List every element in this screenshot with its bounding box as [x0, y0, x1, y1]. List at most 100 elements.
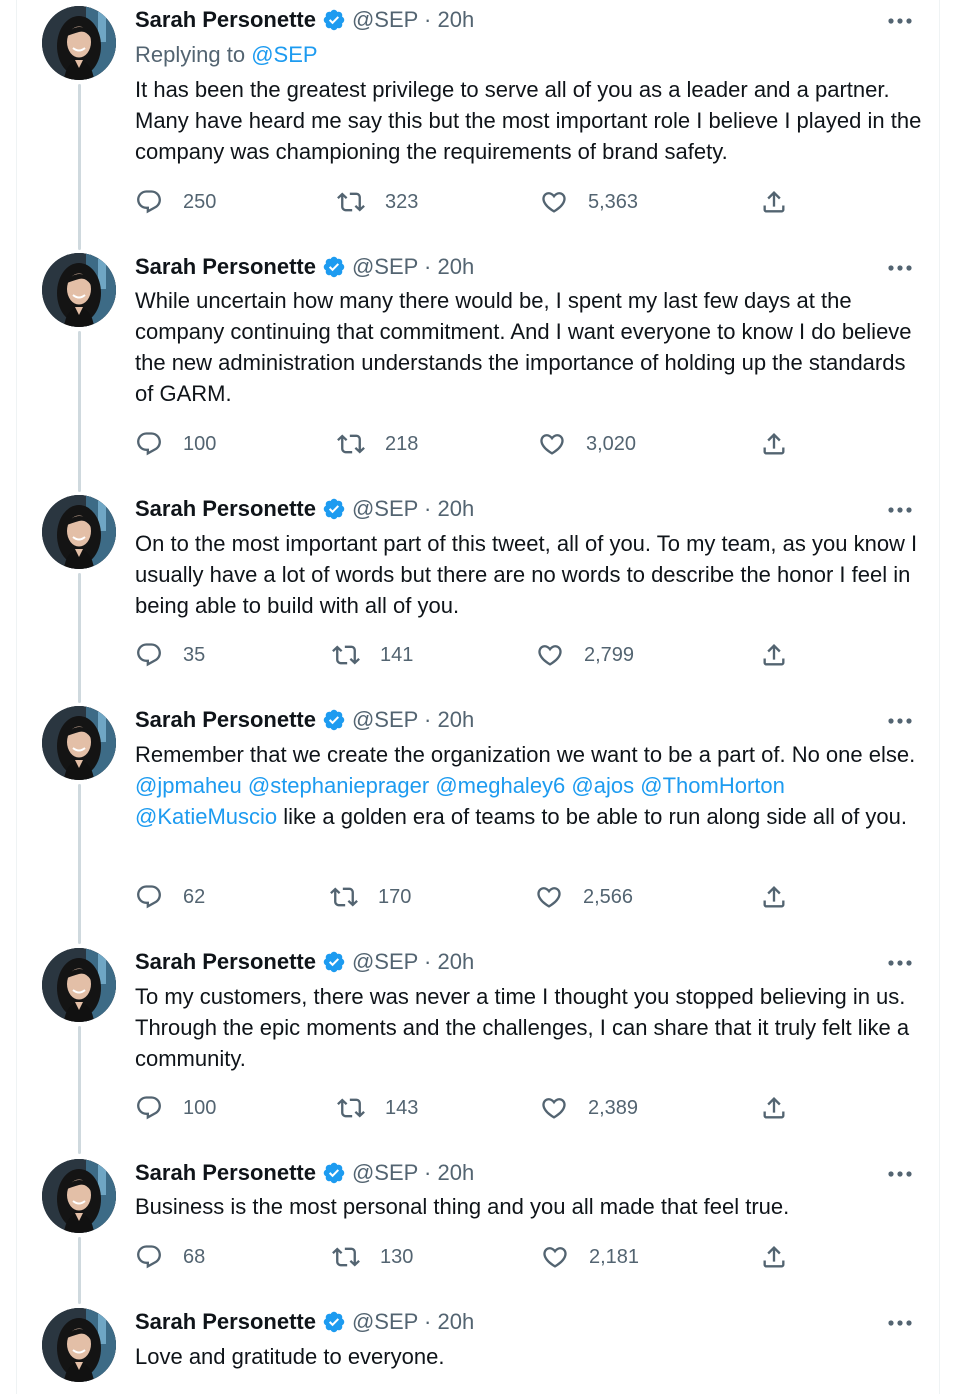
thread-connector-line [78, 1026, 81, 1154]
tweet-header: Sarah Personette @SEP · 20h [135, 949, 474, 975]
author-avatar[interactable] [42, 1159, 116, 1233]
author-avatar[interactable] [42, 6, 116, 80]
retweet-button[interactable]: 141 [332, 641, 413, 669]
like-button[interactable]: 2,181 [541, 1243, 639, 1271]
mention-link[interactable]: @KatieMuscio [135, 804, 277, 829]
verified-badge-icon [322, 1161, 346, 1185]
thread-connector-line [78, 573, 81, 703]
share-button[interactable] [760, 1094, 788, 1122]
like-button[interactable]: 2,566 [535, 883, 633, 911]
more-icon[interactable] [886, 711, 914, 731]
reply-button[interactable]: 35 [135, 641, 205, 669]
author-handle-time[interactable]: @SEP · 20h [352, 949, 474, 975]
retweet-button[interactable]: 323 [337, 188, 418, 216]
share-icon [763, 1097, 785, 1119]
share-button[interactable] [760, 188, 788, 216]
more-icon[interactable] [886, 500, 914, 520]
share-button[interactable] [760, 883, 788, 911]
retweet-button[interactable]: 170 [330, 883, 411, 911]
like-count: 2,389 [588, 1096, 639, 1119]
more-icon[interactable] [886, 1164, 914, 1184]
mention-link[interactable]: @stephanieprager [248, 773, 429, 798]
reply-button[interactable]: 250 [135, 188, 216, 216]
retweet-icon [332, 1247, 360, 1267]
reply-count: 62 [183, 885, 206, 908]
reply-count: 100 [183, 432, 217, 455]
reply-icon [137, 432, 161, 456]
heart-icon [543, 1247, 567, 1268]
more-icon[interactable] [886, 258, 914, 278]
author-avatar[interactable] [42, 495, 116, 569]
retweet-button[interactable]: 130 [332, 1243, 413, 1271]
retweet-icon [337, 1098, 365, 1118]
more-icon[interactable] [886, 953, 914, 973]
reply-count: 68 [183, 1245, 206, 1268]
mention-link[interactable]: @ThomHorton [640, 773, 785, 798]
tweet-text: On to the most important part of this tw… [135, 531, 918, 618]
reply-button[interactable]: 100 [135, 1094, 216, 1122]
heart-icon [538, 645, 562, 666]
author-handle-time[interactable]: @SEP · 20h [352, 7, 474, 33]
verified-badge-icon [322, 708, 346, 732]
thread-connector-line [78, 331, 81, 492]
mention-link[interactable]: @jpmaheu [135, 773, 242, 798]
mention-link[interactable]: @meghaley6 [435, 773, 565, 798]
like-button[interactable]: 2,389 [540, 1094, 638, 1122]
author-handle-time[interactable]: @SEP · 20h [352, 1160, 474, 1186]
retweet-count: 141 [380, 643, 414, 666]
author-handle-time[interactable]: @SEP · 20h [352, 707, 474, 733]
retweet-button[interactable]: 218 [337, 430, 418, 458]
tweet-header: Sarah Personette @SEP · 20h [135, 1309, 474, 1335]
replying-to-mention[interactable]: @SEP [251, 42, 317, 67]
author-name[interactable]: Sarah Personette [135, 1309, 316, 1335]
retweet-icon [330, 887, 358, 907]
tweet-text: Business is the most personal thing and … [135, 1194, 790, 1219]
more-icon[interactable] [886, 11, 914, 31]
author-handle-time[interactable]: @SEP · 20h [352, 1309, 474, 1335]
author-avatar[interactable] [42, 948, 116, 1022]
share-icon [763, 433, 785, 455]
like-button[interactable]: 5,363 [540, 188, 638, 216]
retweet-button[interactable]: 143 [337, 1094, 418, 1122]
like-button[interactable]: 2,799 [536, 641, 634, 669]
replying-to: Replying to @SEP [135, 42, 318, 68]
heart-icon [540, 434, 564, 455]
share-button[interactable] [760, 1243, 788, 1271]
retweet-count: 170 [378, 885, 412, 908]
reply-button[interactable]: 68 [135, 1243, 205, 1271]
heart-icon [537, 887, 561, 908]
like-button[interactable]: 3,020 [538, 430, 636, 458]
author-name[interactable]: Sarah Personette [135, 254, 316, 280]
like-count: 3,020 [586, 432, 637, 455]
tweet-text: To my customers, there was never a time … [135, 984, 910, 1071]
share-button[interactable] [760, 430, 788, 458]
reply-button[interactable]: 62 [135, 883, 205, 911]
more-icon[interactable] [886, 1313, 914, 1333]
verified-badge-icon [322, 1310, 346, 1334]
author-handle-time[interactable]: @SEP · 20h [352, 254, 474, 280]
author-name[interactable]: Sarah Personette [135, 496, 316, 522]
thread-connector-line [78, 784, 81, 944]
reply-button[interactable]: 100 [135, 430, 216, 458]
author-name[interactable]: Sarah Personette [135, 707, 316, 733]
retweet-count: 218 [385, 432, 419, 455]
author-avatar[interactable] [42, 1308, 116, 1382]
mention-link[interactable]: @ajos [571, 773, 634, 798]
author-name[interactable]: Sarah Personette [135, 949, 316, 975]
tweet-text-part: Remember that we create the organization… [135, 742, 916, 767]
author-name[interactable]: Sarah Personette [135, 1160, 316, 1186]
author-name[interactable]: Sarah Personette [135, 7, 316, 33]
reply-icon [137, 1096, 161, 1120]
author-avatar[interactable] [42, 706, 116, 780]
thread-connector-line [78, 84, 81, 250]
retweet-icon [332, 645, 360, 665]
author-handle-time[interactable]: @SEP · 20h [352, 496, 474, 522]
retweet-count: 130 [380, 1245, 414, 1268]
author-avatar[interactable] [42, 253, 116, 327]
tweet-text: Remember that we create the organization… [135, 739, 925, 832]
reply-count: 100 [183, 1096, 217, 1119]
share-button[interactable] [760, 641, 788, 669]
tweet-header: Sarah Personette @SEP · 20h [135, 1160, 474, 1186]
reply-count: 250 [183, 190, 217, 213]
heart-icon [542, 192, 566, 213]
